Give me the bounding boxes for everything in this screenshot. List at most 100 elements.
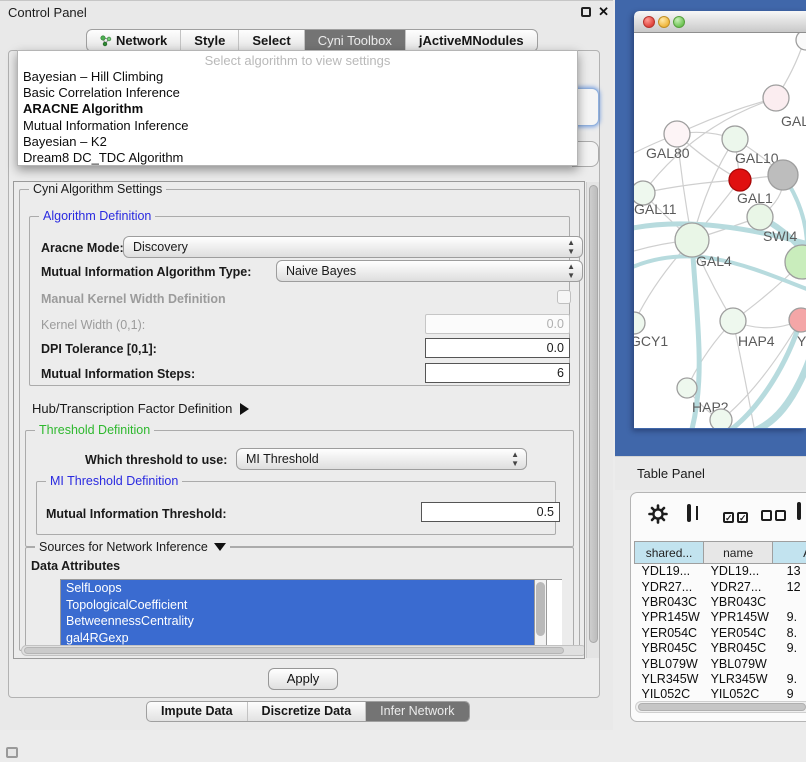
mi-threshold-field[interactable]: 0.5	[421, 502, 560, 522]
tab-network-label: Network	[116, 33, 167, 48]
network-node[interactable]	[789, 308, 806, 332]
table-row[interactable]: YBR043CYBR043C	[635, 594, 806, 609]
network-node[interactable]	[763, 85, 789, 111]
algorithm-option[interactable]: Mutual Information Inference	[18, 118, 577, 134]
float-window-button[interactable]	[581, 7, 591, 17]
table-row[interactable]: YLR345WYLR345W9.	[635, 671, 806, 686]
network-node[interactable]	[747, 204, 773, 230]
mi-algorithm-type-combo[interactable]: Naive Bayes ▲▼	[276, 260, 583, 282]
network-edge-highlighted[interactable]	[749, 353, 806, 428]
tab-jactivemnodules[interactable]: jActiveMNodules	[405, 30, 537, 51]
column-header-partial[interactable]: A	[773, 542, 806, 564]
kernel-width-field: 0.0	[425, 314, 570, 334]
table-row[interactable]: YDR27...YDR27...12	[635, 579, 806, 594]
algorithm-option[interactable]: Bayesian – K2	[18, 134, 577, 150]
network-node-label: GAL	[781, 113, 806, 129]
network-node[interactable]	[710, 409, 732, 428]
table-row[interactable]: YBL079WYBL079W	[635, 656, 806, 671]
apply-button[interactable]: Apply	[268, 668, 338, 690]
tab-cyni-toolbox[interactable]: Cyni Toolbox	[304, 30, 405, 51]
table-row[interactable]: YER054CYER054C8.	[635, 625, 806, 640]
which-threshold-label: Which threshold to use:	[85, 453, 227, 467]
tab-network[interactable]: Network	[87, 30, 180, 51]
network-node[interactable]	[796, 33, 806, 50]
combo-arrows-icon: ▲▼	[567, 262, 575, 280]
network-node[interactable]	[677, 378, 697, 398]
algorithm-option[interactable]: Bayesian – Hill Climbing	[18, 69, 577, 85]
network-node-label: GAL10	[735, 150, 779, 166]
minimize-window-icon[interactable]	[658, 16, 670, 28]
table-row[interactable]: YIL052CYIL052C9	[635, 687, 806, 702]
tab-style[interactable]: Style	[180, 30, 238, 51]
network-node-label: SWI4	[763, 228, 797, 244]
control-panel-tabs: Network Style Select Cyni Toolbox jActiv…	[86, 29, 538, 52]
hide-columns-unchecked-icon[interactable]	[761, 510, 786, 524]
attribute-item-selected[interactable]: BetweennessCentrality	[61, 613, 535, 630]
which-threshold-combo[interactable]: MI Threshold ▲▼	[236, 448, 527, 470]
algorithm-option[interactable]: Basic Correlation Inference	[18, 85, 577, 101]
control-panel-window: Control Panel ✕ Network Style Select Cyn…	[0, 0, 613, 730]
tab-impute-data[interactable]: Impute Data	[147, 702, 247, 721]
network-canvas[interactable]: GALGAL80GAL10GAL1GAL11SWI4GAL4GCY1HAP4YH…	[634, 33, 806, 428]
column-header-name[interactable]: name	[704, 542, 773, 564]
expanded-arrow-icon	[214, 543, 226, 551]
network-node-label: GAL4	[696, 253, 732, 269]
close-window-icon[interactable]	[643, 16, 655, 28]
network-node-label: GAL11	[634, 201, 677, 217]
network-node[interactable]	[768, 160, 798, 190]
zoom-window-icon[interactable]	[673, 16, 685, 28]
network-node[interactable]	[664, 121, 690, 147]
mi-algorithm-type-label: Mutual Information Algorithm Type:	[41, 265, 251, 279]
aracne-mode-combo[interactable]: Discovery ▲▼	[123, 236, 583, 258]
network-node[interactable]	[729, 169, 751, 191]
algorithm-placeholder: Select algorithm to view settings	[18, 52, 577, 69]
combo-arrows-icon: ▲▼	[567, 238, 575, 256]
new-table-icon[interactable]	[797, 504, 801, 518]
tab-select[interactable]: Select	[238, 30, 303, 51]
attribute-list-vertical-scrollbar[interactable]	[534, 579, 547, 646]
table-panel-headerbar: Table Panel	[615, 456, 806, 490]
column-header-shared[interactable]: shared...	[635, 542, 704, 564]
manual-kernel-checkbox[interactable]	[557, 290, 571, 304]
network-node-label: GCY1	[634, 333, 668, 349]
table-horizontal-scrollbar[interactable]	[635, 701, 806, 713]
network-node[interactable]	[722, 126, 748, 152]
data-attributes-list: SelfLoops TopologicalCoefficient Between…	[60, 579, 562, 646]
attribute-item-selected[interactable]: SelfLoops	[61, 580, 535, 597]
manual-kernel-label: Manual Kernel Width Definition	[41, 292, 226, 306]
dpi-tolerance-field[interactable]: 0.0	[425, 338, 570, 358]
cyni-algorithm-settings-title: Cyni Algorithm Settings	[29, 182, 166, 196]
network-node[interactable]	[720, 308, 746, 334]
table-row[interactable]: YPR145WYPR145W9.	[635, 610, 806, 625]
gear-icon[interactable]	[647, 503, 669, 528]
attribute-item-selected[interactable]: TopologicalCoefficient	[61, 597, 535, 614]
control-panel-titlebar: Control Panel ✕	[0, 1, 613, 23]
table-row[interactable]: YBR045CYBR045C9.	[635, 640, 806, 655]
network-node[interactable]	[675, 223, 709, 257]
sources-title[interactable]: Sources for Network Inference	[35, 540, 230, 554]
close-panel-button[interactable]: ✕	[598, 4, 609, 20]
table-row[interactable]: YDL19...YDL19...13	[635, 564, 806, 579]
mi-steps-field[interactable]: 6	[425, 363, 570, 383]
algorithm-option[interactable]: Dream8 DC_TDC Algorithm	[18, 150, 577, 166]
collapsed-panel-icon[interactable]	[6, 747, 18, 758]
table-panel: ✓✓ shared... name A YDL19...YDL19...13 Y…	[630, 492, 806, 722]
dpi-tolerance-label: DPI Tolerance [0,1]:	[41, 342, 157, 356]
settings-vertical-scrollbar[interactable]	[586, 182, 599, 658]
aracne-mode-label: Aracne Mode:	[41, 241, 124, 255]
network-node[interactable]	[634, 312, 645, 334]
attribute-item-selected[interactable]: gal4RGexp	[61, 630, 535, 646]
split-columns-icon[interactable]	[687, 506, 691, 520]
settings-horizontal-scrollbar[interactable]	[21, 645, 585, 656]
cyni-mode-tabs: Impute Data Discretize Data Infer Networ…	[146, 701, 470, 722]
network-node-label: GAL80	[646, 145, 690, 161]
algorithm-option-selected[interactable]: ARACNE Algorithm	[18, 101, 577, 117]
hub-definition-toggle[interactable]: Hub/Transcription Factor Definition	[32, 401, 249, 416]
network-edge[interactable]	[643, 180, 740, 193]
network-window-titlebar[interactable]	[634, 11, 806, 33]
tab-discretize-data[interactable]: Discretize Data	[247, 702, 366, 721]
show-columns-checked-icon[interactable]: ✓✓	[723, 510, 748, 524]
mi-threshold-group-title: MI Threshold Definition	[46, 474, 182, 488]
network-node[interactable]	[785, 245, 806, 279]
tab-infer-network[interactable]: Infer Network	[365, 702, 468, 721]
